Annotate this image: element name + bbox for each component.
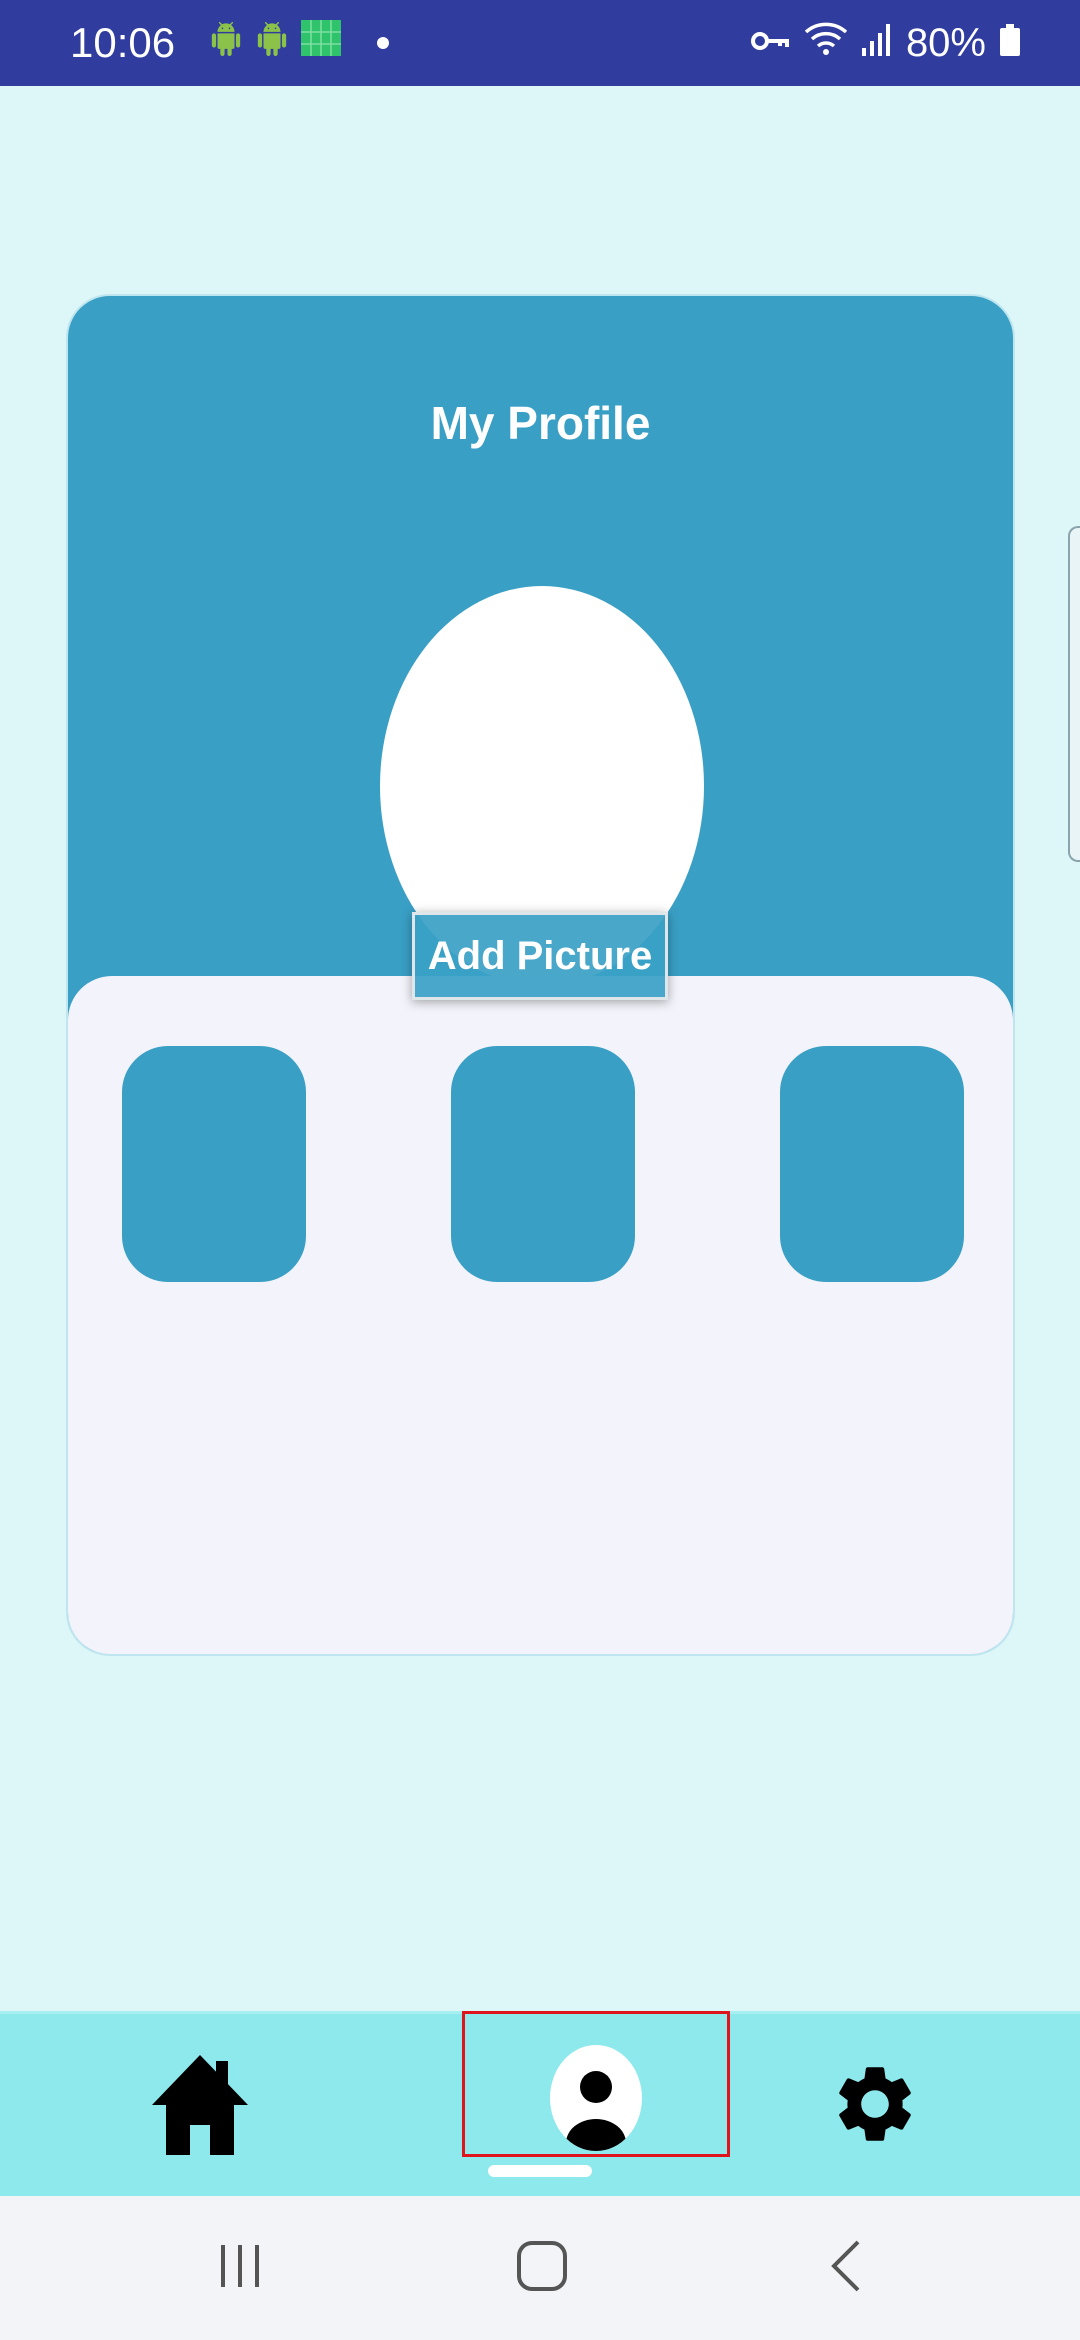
page-title: My Profile (430, 397, 651, 449)
status-time: 10:06 (70, 19, 176, 66)
system-nav-bar (0, 2196, 1080, 2340)
selected-tab-indicator (488, 2165, 592, 2177)
signal-icon (861, 21, 892, 66)
vpn-key-icon (750, 21, 790, 66)
tab-home[interactable] (120, 2014, 280, 2199)
back-icon (826, 2238, 866, 2299)
app-grid-icon (301, 20, 342, 66)
recents-icon (215, 2241, 265, 2296)
wifi-icon (804, 20, 848, 66)
profile-tile-3[interactable] (780, 1046, 964, 1282)
status-bar: 10:06 80% (0, 0, 1080, 86)
android-icon (255, 21, 289, 66)
add-picture-button[interactable]: Add Picture (412, 912, 668, 1000)
profile-avatar-icon (550, 2044, 642, 2151)
home-icon (150, 2051, 250, 2162)
recents-button[interactable] (140, 2196, 340, 2340)
edge-panel-handle[interactable] (1068, 526, 1080, 862)
android-icon (209, 21, 243, 66)
home-circle-icon (516, 2240, 568, 2297)
home-nav-button[interactable] (442, 2196, 642, 2340)
notification-dot (377, 37, 390, 49)
profile-details-panel (68, 976, 1013, 1654)
profile-tile-1[interactable] (122, 1046, 306, 1282)
gear-icon (829, 2049, 921, 2164)
battery-percent: 80% (905, 20, 986, 65)
back-button[interactable] (746, 2196, 946, 2340)
profile-tile-2[interactable] (451, 1046, 635, 1282)
tab-settings[interactable] (800, 2014, 950, 2199)
battery-icon (1000, 21, 1020, 66)
